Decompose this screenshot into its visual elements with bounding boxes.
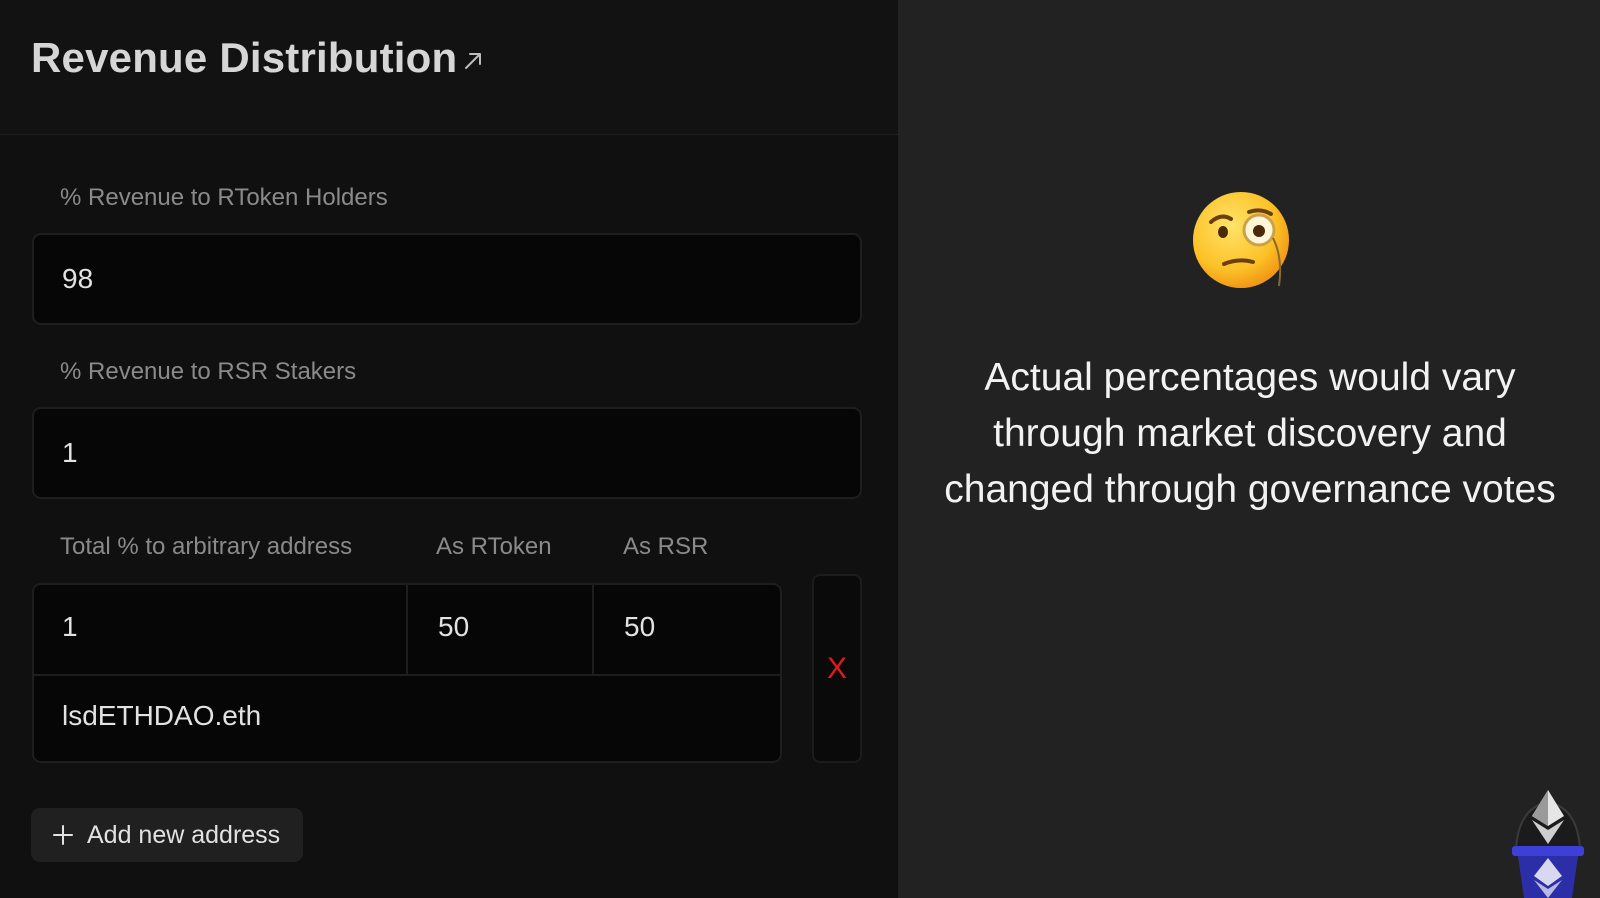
as-rsr-label: As RSR <box>623 533 709 560</box>
row-divider <box>34 674 780 676</box>
ethereum-bucket-logo <box>1512 790 1584 898</box>
remove-address-button[interactable]: X <box>812 574 862 763</box>
address-input[interactable]: lsdETHDAO.eth <box>62 700 261 732</box>
monocle-face-icon <box>1193 192 1289 288</box>
plus-icon <box>53 825 73 845</box>
rtoken-holders-input[interactable]: 98 <box>32 233 862 325</box>
arbitrary-total-input[interactable]: 1 <box>62 611 78 643</box>
as-rtoken-input[interactable]: 50 <box>438 611 469 643</box>
rtoken-holders-label: % Revenue to RToken Holders <box>60 184 388 211</box>
arbitrary-total-label: Total % to arbitrary address <box>60 533 353 560</box>
add-new-address-label: Add new address <box>87 820 281 849</box>
column-divider <box>406 585 408 675</box>
panel-header: Revenue Distribution <box>0 0 898 135</box>
caption-line: Actual percentages would vary <box>984 356 1516 399</box>
rsr-stakers-label: % Revenue to RSR Stakers <box>60 358 357 385</box>
caption-text: Actual percentages would vary through ma… <box>918 350 1582 518</box>
rtoken-holders-value: 98 <box>62 263 94 294</box>
caption-line: changed through governance votes <box>944 468 1556 511</box>
rsr-stakers-value: 1 <box>62 437 78 468</box>
page-title: Revenue Distribution <box>31 34 458 81</box>
arbitrary-address-group: 1 50 50 lsdETHDAO.eth <box>32 583 782 763</box>
as-rtoken-label: As RToken <box>436 533 552 560</box>
revenue-distribution-panel: Revenue Distribution % Revenue to RToken… <box>0 0 898 898</box>
external-link-icon[interactable] <box>462 50 484 72</box>
close-icon: X <box>826 651 847 685</box>
column-divider <box>592 585 594 675</box>
caption-line: through market discovery and <box>993 412 1507 455</box>
as-rsr-input[interactable]: 50 <box>624 611 655 643</box>
rsr-stakers-input[interactable]: 1 <box>32 407 862 499</box>
add-new-address-button[interactable]: Add new address <box>31 808 303 862</box>
